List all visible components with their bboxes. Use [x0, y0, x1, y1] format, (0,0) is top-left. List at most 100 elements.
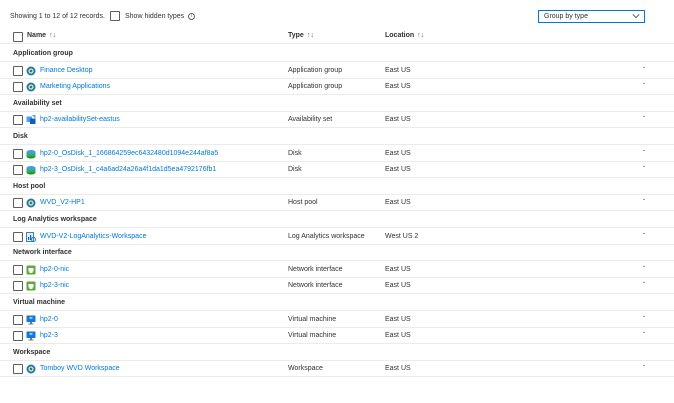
- table-row[interactable]: hp2-0-nic Network interface East US ·: [0, 262, 674, 278]
- resource-name-link[interactable]: hp2-availabilitySet-eastus: [40, 116, 120, 123]
- resource-type: Log Analytics workspace: [288, 232, 365, 240]
- resource-location: West US 2: [385, 232, 419, 240]
- column-header-type-label: Type: [288, 32, 304, 39]
- group-label: Application group: [13, 50, 73, 57]
- resource-location: East US: [385, 282, 411, 290]
- virtual-machine-icon: [26, 331, 36, 341]
- table-row[interactable]: hp2-0 Virtual machine East US ·: [0, 312, 674, 328]
- column-header-type[interactable]: Type ↑↓: [288, 32, 314, 39]
- row-checkbox[interactable]: [13, 331, 23, 342]
- row-more-icon[interactable]: ·: [643, 197, 645, 204]
- resource-name-link[interactable]: hp2-3-nic: [40, 282, 69, 289]
- records-count: Showing 1 to 12 of 12 records.: [10, 13, 105, 20]
- row-checkbox[interactable]: [13, 148, 23, 159]
- resource-name-link[interactable]: hp2-0: [40, 316, 58, 323]
- resource-type: Virtual machine: [288, 332, 337, 340]
- group-by-dropdown[interactable]: Group by type: [538, 10, 645, 23]
- table-row[interactable]: hp2-0_OsDisk_1_166864259ec6432480d1094e2…: [0, 146, 674, 162]
- log-analytics-icon: [26, 231, 36, 242]
- resource-location: East US: [385, 265, 411, 273]
- show-hidden-types-checkbox[interactable]: [110, 11, 120, 21]
- row-more-icon[interactable]: ·: [643, 164, 645, 171]
- group-label: Workspace: [13, 348, 51, 356]
- row-checkbox[interactable]: [13, 82, 23, 93]
- column-header-location[interactable]: Location ↑↓: [385, 32, 424, 39]
- group-header: Disk: [0, 129, 674, 145]
- table-row[interactable]: hp2-3-nic Network interface East US ·: [0, 278, 674, 295]
- table-row[interactable]: WVD-V2-LogAnalytics-Workspace Log Analyti…: [0, 229, 674, 245]
- table-row[interactable]: hp2-availabilitySet-eastus Availability s…: [0, 112, 674, 129]
- group-label: Virtual machine: [13, 299, 66, 306]
- table-row[interactable]: Finance Desktop Application group East US ·: [0, 63, 674, 79]
- row-checkbox[interactable]: [13, 364, 23, 375]
- resource-type: Host pool: [288, 199, 318, 207]
- info-icon[interactable]: i: [188, 12, 196, 20]
- row-more-icon[interactable]: ·: [643, 65, 645, 72]
- row-more-icon[interactable]: ·: [643, 81, 645, 88]
- table-row[interactable]: Marketing Applications Application group E…: [0, 79, 674, 96]
- sort-icon: ↑↓: [49, 32, 57, 39]
- column-header-location-label: Location: [385, 32, 415, 39]
- row-more-icon[interactable]: ·: [643, 314, 645, 321]
- row-more-icon[interactable]: ·: [643, 148, 645, 155]
- group-label: Disk: [13, 133, 28, 140]
- row-checkbox[interactable]: [13, 231, 23, 242]
- toolbar: Showing 1 to 12 of 12 records. Show hidd…: [0, 0, 674, 30]
- row-more-icon[interactable]: ·: [643, 231, 645, 238]
- show-hidden-types-label: Show hidden types: [125, 12, 185, 20]
- resource-name-link[interactable]: WVD-V2-LogAnalytics-Workspace: [40, 233, 146, 240]
- chevron-down-icon: [632, 14, 640, 19]
- column-header-name[interactable]: Name ↑↓: [27, 32, 56, 39]
- resource-name-link[interactable]: WVD_V2-HP1: [40, 199, 85, 206]
- resource-type: Application group: [288, 83, 343, 91]
- row-checkbox[interactable]: [13, 65, 23, 76]
- show-hidden-types-toggle[interactable]: Show hidden types i: [110, 11, 196, 21]
- select-all-checkbox[interactable]: [13, 32, 23, 42]
- availability-set-icon: [26, 115, 36, 125]
- resource-name-link[interactable]: hp2-0-nic: [40, 266, 69, 273]
- table-row[interactable]: hp2-3_OsDisk_1_c4a6ad24a26a4f1da1d5ea479…: [0, 162, 674, 179]
- group-header: Network interface: [0, 245, 674, 262]
- sort-icon: ↑↓: [417, 32, 425, 39]
- group-header: Availability set: [0, 96, 674, 112]
- column-header-name-label: Name: [27, 32, 47, 39]
- row-more-icon[interactable]: ·: [643, 280, 645, 287]
- table-row[interactable]: WVD_V2-HP1 Host pool East US ·: [0, 195, 674, 212]
- resource-name-link[interactable]: Marketing Applications: [40, 83, 110, 90]
- group-label: Log Analytics workspace: [13, 216, 97, 223]
- row-checkbox[interactable]: [13, 264, 23, 275]
- resource-type: Network interface: [288, 282, 343, 290]
- resource-name-link[interactable]: hp2-0_OsDisk_1_166864259ec6432480d1094e2…: [40, 150, 218, 157]
- row-more-icon[interactable]: ·: [643, 114, 645, 121]
- row-more-icon[interactable]: ·: [643, 264, 645, 271]
- table-row[interactable]: hp2-3 Virtual machine East US ·: [0, 328, 674, 345]
- group-label: Network interface: [13, 249, 72, 257]
- resource-name-link[interactable]: Tomboy WVD Workspace: [40, 365, 120, 372]
- resource-location: East US: [385, 66, 411, 74]
- table-row[interactable]: Tomboy WVD Workspace Workspace East US ·: [0, 361, 674, 378]
- resource-type: Disk: [288, 149, 302, 157]
- application-group-icon: [26, 82, 36, 92]
- application-group-icon: [26, 66, 36, 76]
- network-interface-icon: [26, 265, 36, 275]
- group-header: Workspace: [0, 345, 674, 361]
- row-checkbox[interactable]: [13, 314, 23, 325]
- row-more-icon[interactable]: ·: [643, 363, 645, 370]
- row-checkbox[interactable]: [13, 281, 23, 292]
- resource-name-link[interactable]: hp2-3: [40, 332, 58, 339]
- resource-location: East US: [385, 116, 411, 124]
- row-checkbox[interactable]: [13, 115, 23, 126]
- resource-type: Application group: [288, 66, 343, 74]
- resource-type: Availability set: [288, 116, 333, 124]
- resource-name-link[interactable]: Finance Desktop: [40, 67, 93, 74]
- resource-location: East US: [385, 365, 411, 373]
- row-more-icon[interactable]: ·: [643, 330, 645, 337]
- row-checkbox[interactable]: [13, 198, 23, 209]
- resource-location: East US: [385, 199, 411, 207]
- resource-name-link[interactable]: hp2-3_OsDisk_1_c4a6ad24a26a4f1da1d5ea479…: [40, 166, 216, 173]
- group-header: Virtual machine: [0, 295, 674, 311]
- row-checkbox[interactable]: [13, 165, 23, 176]
- resource-location: East US: [385, 166, 411, 174]
- virtual-machine-icon: [26, 315, 36, 325]
- resource-location: East US: [385, 315, 411, 323]
